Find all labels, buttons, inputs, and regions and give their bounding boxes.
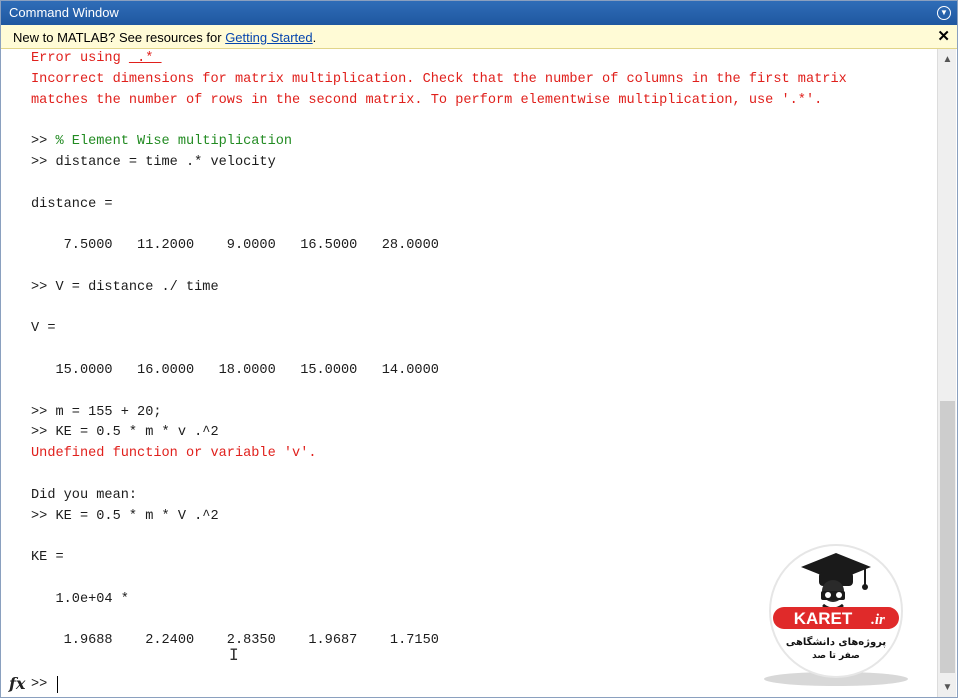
text-caret xyxy=(57,676,58,693)
logo-brand: KARET xyxy=(794,609,853,628)
getting-started-link[interactable]: Getting Started xyxy=(225,30,312,45)
output-line: >> KE = 0.5 * m * v .^2 xyxy=(31,425,219,441)
output-line: Incorrect dimensions for matrix multipli… xyxy=(31,71,847,87)
output-line: Undefined function or variable 'v'. xyxy=(31,446,317,462)
info-bar: New to MATLAB? See resources for Getting… xyxy=(1,25,957,49)
output-line: >> V = distance ./ time xyxy=(31,279,219,295)
window-title: Command Window xyxy=(9,5,119,20)
output-line: V = xyxy=(31,321,56,337)
output-line: >> % Element Wise multiplication xyxy=(31,132,847,153)
output-line: >> m = 155 + 20; xyxy=(31,404,162,420)
error-prefix: Error using xyxy=(31,51,129,66)
command-prompt: >> xyxy=(31,677,48,692)
prompt-symbol: >> xyxy=(31,134,56,150)
output-line: Error using .* xyxy=(31,49,847,70)
output-line: Did you mean: xyxy=(31,487,138,503)
command-window: Command Window ▼ New to MATLAB? See reso… xyxy=(0,0,958,698)
comment-text: % Element Wise multiplication xyxy=(55,134,293,150)
title-bar: Command Window ▼ xyxy=(1,1,957,25)
logo-tagline-2: صفر تا صد xyxy=(812,651,860,661)
vertical-scrollbar[interactable]: ▲ ▼ xyxy=(937,49,956,697)
info-prefix: New to MATLAB? See resources for xyxy=(13,30,226,45)
scroll-up-icon[interactable]: ▲ xyxy=(938,49,957,69)
output-line: 1.0e+04 * xyxy=(31,591,129,607)
output-line: 1.9688 2.2400 2.8350 1.9687 1.7150 xyxy=(31,633,439,649)
error-operator-link[interactable]: .* xyxy=(129,51,162,66)
output-line: >> KE = 0.5 * m * V .^2 xyxy=(31,508,219,524)
output-line: 15.0000 16.0000 18.0000 15.0000 14.0000 xyxy=(31,362,439,378)
window-actions-icon[interactable]: ▼ xyxy=(937,6,951,20)
output-lines: Error using .* Incorrect dimensions for … xyxy=(31,49,847,652)
karet-logo: KARET .ir پروژه‌های دانشگاهی صفر تا صد xyxy=(764,544,908,686)
logo-suffix: .ir xyxy=(871,612,885,628)
scroll-down-icon[interactable]: ▼ xyxy=(938,677,957,697)
output-line: KE = xyxy=(31,550,64,566)
scrollbar-thumb[interactable] xyxy=(940,401,955,673)
function-browser-icon[interactable]: fx xyxy=(9,674,25,693)
info-suffix: . xyxy=(312,30,317,45)
output-line: >> distance = time .* velocity xyxy=(31,154,276,170)
info-message: New to MATLAB? See resources for Getting… xyxy=(13,30,316,45)
ibeam-cursor-icon: I xyxy=(229,645,239,664)
output-line: distance = xyxy=(31,196,113,212)
close-icon[interactable]: ✕ xyxy=(937,27,950,45)
output-line: matches the number of rows in the second… xyxy=(31,92,823,108)
output-line: 7.5000 11.2000 9.0000 16.5000 28.0000 xyxy=(31,238,439,254)
logo-tagline-1: پروژه‌های دانشگاهی xyxy=(786,635,887,648)
